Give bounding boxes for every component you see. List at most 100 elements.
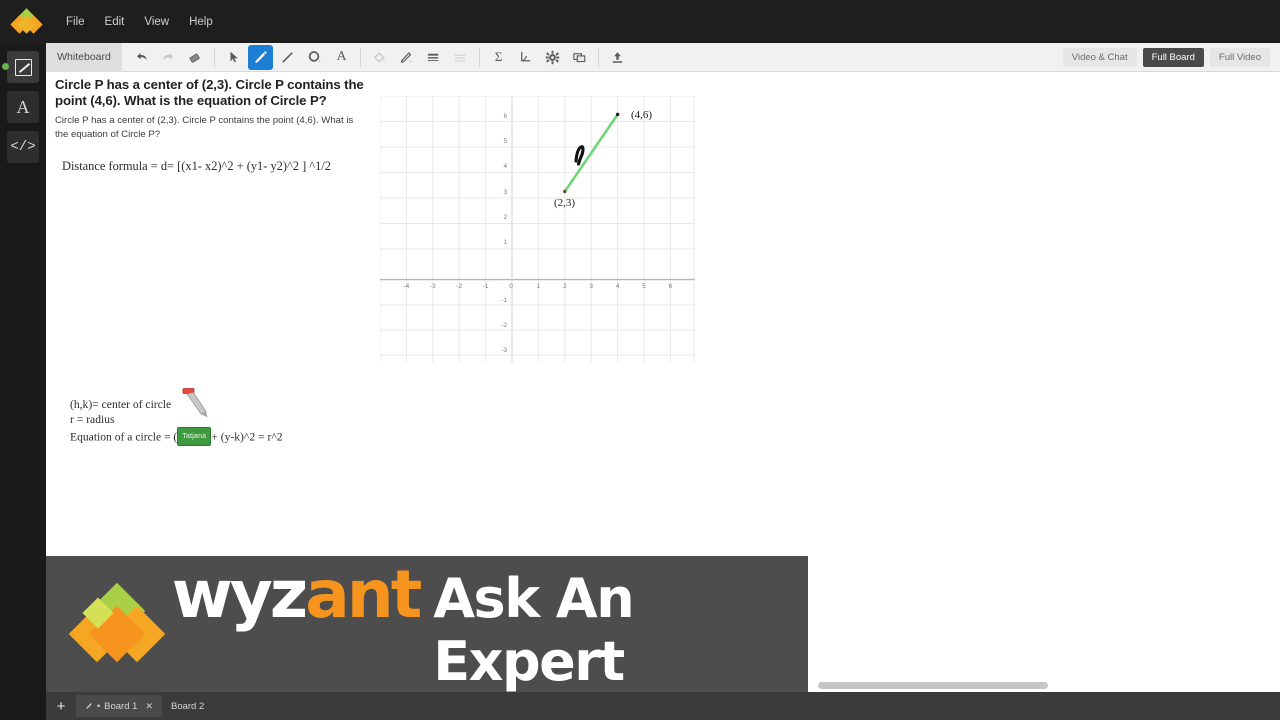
- settings-button[interactable]: [540, 45, 565, 70]
- notes-block: (h,k)= center of circle r = radius Equat…: [70, 388, 283, 447]
- full-board-button[interactable]: Full Board: [1142, 48, 1204, 67]
- note-center-text: (h,k)= center of circle: [70, 398, 172, 411]
- rail-bottom-filler: [0, 556, 46, 720]
- upload-button[interactable]: [605, 45, 630, 70]
- redo-button[interactable]: [156, 45, 181, 70]
- board-tab-2-label: Board 2: [170, 700, 205, 712]
- svg-text:3: 3: [503, 189, 507, 196]
- wyzant-logo-icon: [68, 582, 166, 662]
- toolbar-divider: [479, 47, 480, 67]
- toolbar-divider: [360, 47, 361, 67]
- note-line-radius: r = radius: [70, 413, 115, 427]
- fill-button[interactable]: [367, 45, 392, 70]
- canvas-bottom-filler: [808, 556, 1280, 692]
- svg-text:6: 6: [503, 113, 507, 120]
- scrollbar-thumb[interactable]: [818, 682, 1048, 689]
- undo-button[interactable]: [129, 45, 154, 70]
- question-title: Circle P has a center of (2,3). Circle P…: [55, 77, 364, 108]
- line-style-button[interactable]: [448, 45, 473, 70]
- board-tab-1-dot: •: [97, 701, 101, 711]
- dashed-line-icon: [454, 54, 466, 62]
- duplicate-button[interactable]: [567, 45, 592, 70]
- pencil-icon: [86, 702, 93, 709]
- svg-text:-1: -1: [501, 297, 507, 304]
- code-brackets-icon: </>: [10, 139, 36, 155]
- shape-button[interactable]: [302, 45, 327, 70]
- svg-text:4: 4: [503, 163, 507, 170]
- whiteboard-pen-icon: [14, 58, 32, 76]
- svg-text:5: 5: [642, 283, 646, 290]
- board-tab-1[interactable]: • Board 1 ✕: [76, 695, 162, 717]
- svg-text:-4: -4: [404, 283, 410, 290]
- svg-text:-1: -1: [483, 283, 489, 290]
- redo-arrow-icon: [163, 52, 173, 60]
- sigma-icon: Σ: [494, 49, 503, 64]
- svg-text:0: 0: [509, 283, 513, 290]
- svg-text:1: 1: [503, 239, 507, 246]
- math-button[interactable]: Σ: [486, 45, 511, 70]
- equation-prefix: Equation of a circle = (: [70, 430, 178, 444]
- svg-text:-2: -2: [456, 283, 462, 290]
- board-tab-2[interactable]: Board 2: [162, 695, 213, 717]
- wordmark-ant: ant: [305, 556, 422, 633]
- graph-button[interactable]: [513, 45, 538, 70]
- select-button[interactable]: [221, 45, 246, 70]
- wyzant-banner: wyz ant Ask An Expert: [46, 556, 808, 693]
- menu-bar: File Edit View Help: [0, 0, 1280, 43]
- stroke-color-button[interactable]: [394, 45, 419, 70]
- coordinate-graph[interactable]: -4 -3 -2 -1 0 1 2 3 4 5 6 6 5 4 3 2 1 -1…: [379, 95, 695, 362]
- cursor-arrow-icon: [230, 51, 238, 63]
- handwritten-r-label: [574, 145, 585, 166]
- close-icon[interactable]: ✕: [145, 701, 153, 712]
- horizontal-scrollbar[interactable]: [808, 680, 1280, 692]
- stroke-width-button[interactable]: [421, 45, 446, 70]
- whiteboard-tab[interactable]: Whiteboard: [46, 42, 122, 72]
- menu-help[interactable]: Help: [179, 12, 223, 32]
- view-mode-buttons: Video & Chat Full Board Full Video: [1062, 48, 1270, 67]
- paint-bucket-icon: [373, 51, 385, 63]
- line-button[interactable]: [275, 45, 300, 70]
- rail-item-text[interactable]: A: [7, 91, 39, 123]
- menu-view[interactable]: View: [134, 12, 179, 32]
- svg-text:-2: -2: [501, 322, 507, 329]
- svg-text:5: 5: [503, 138, 507, 145]
- video-and-chat-button[interactable]: Video & Chat: [1062, 48, 1137, 67]
- line-icon: [282, 51, 293, 63]
- text-A-icon: A: [336, 49, 347, 64]
- svg-text:-3: -3: [430, 283, 436, 290]
- whiteboard-app: File Edit View Help A </> Whiteboard A Σ…: [0, 0, 1280, 720]
- app-logo-icon: [10, 7, 43, 35]
- point-center: [563, 189, 567, 194]
- svg-text:4: 4: [616, 283, 620, 290]
- svg-text:2: 2: [503, 214, 507, 221]
- rail-item-code[interactable]: </>: [7, 131, 39, 163]
- undo-arrow-icon: [137, 52, 147, 60]
- tool-group: A Σ: [122, 44, 631, 70]
- banner-tagline: Ask An Expert: [433, 567, 634, 693]
- full-video-button[interactable]: Full Video: [1209, 48, 1270, 67]
- add-board-button[interactable]: +: [46, 692, 76, 720]
- collaborator-name-badge: Tatjana: [177, 426, 212, 447]
- graph-svg: -4 -3 -2 -1 0 1 2 3 4 5 6 6 5 4 3 2 1 -1…: [379, 95, 695, 362]
- pencil-icon: [255, 50, 267, 63]
- question-body: Circle P has a center of (2,3). Circle P…: [55, 115, 354, 140]
- menu-edit[interactable]: Edit: [95, 12, 135, 32]
- pen-button[interactable]: [248, 44, 273, 70]
- line-weight-icon: [427, 53, 439, 61]
- rail-item-whiteboard[interactable]: [2, 51, 39, 83]
- toolbar: Whiteboard A Σ Video & Chat Full Board F…: [46, 42, 1280, 72]
- graph-axes-icon: [521, 51, 531, 61]
- gear-icon: [545, 50, 560, 64]
- text-A-icon: A: [16, 96, 30, 117]
- circle-shape-icon: [308, 51, 321, 63]
- toolbar-divider: [598, 47, 599, 67]
- svg-text:2: 2: [563, 283, 567, 290]
- svg-text:3: 3: [589, 283, 593, 290]
- eraser-button[interactable]: [183, 45, 208, 70]
- upload-icon: [612, 51, 623, 63]
- menu-file[interactable]: File: [56, 12, 95, 32]
- text-button[interactable]: A: [329, 45, 354, 70]
- wordmark-wyz: wyz: [171, 556, 308, 633]
- label-point-center: (2,3): [554, 197, 575, 209]
- copy-layers-icon: [573, 52, 586, 62]
